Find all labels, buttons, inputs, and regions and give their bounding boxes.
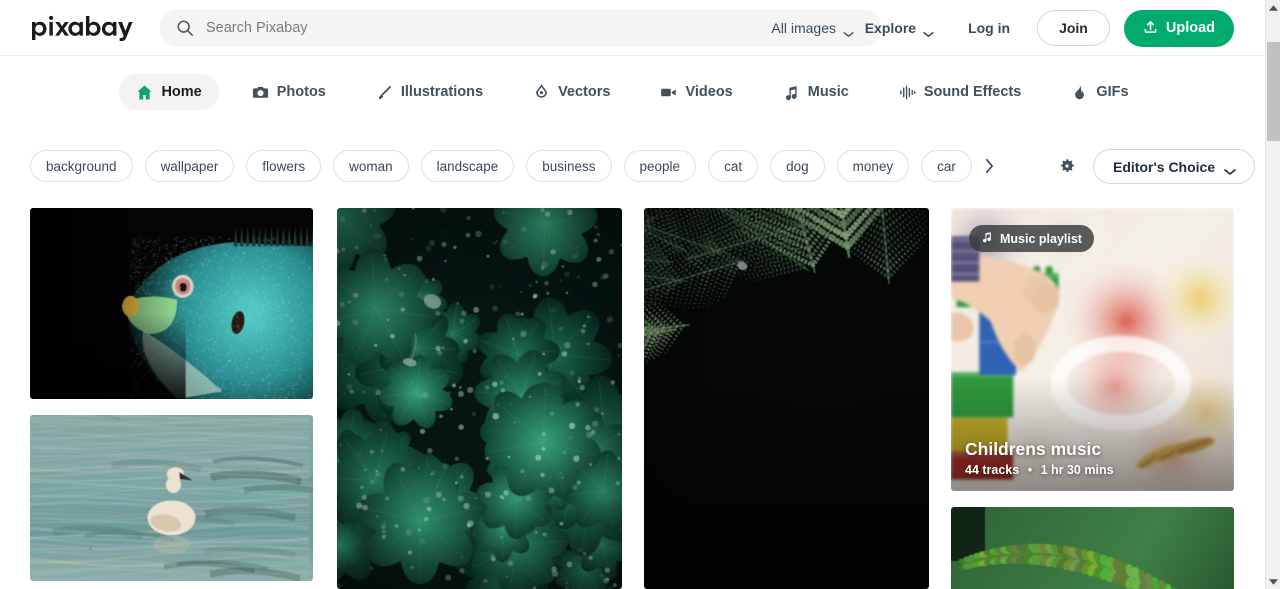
chevron-right-icon[interactable]: [978, 155, 1000, 177]
chevron-down-icon: [1224, 163, 1236, 175]
page-viewport: All images Explore Log in Join: [0, 0, 1265, 589]
nav-tab-home-label: Home: [161, 84, 202, 100]
scroll-down-arrow-icon[interactable]: [1266, 574, 1280, 589]
category-nav: Home Photos Illustrations Vectors Videos…: [0, 57, 1265, 127]
chip-people[interactable]: people: [623, 150, 697, 182]
popular-search-chips: background wallpaper flowers woman lands…: [30, 149, 985, 183]
chip-car[interactable]: car: [921, 150, 972, 182]
nav-tab-illustrations-label: Illustrations: [400, 84, 484, 100]
nav-tab-videos[interactable]: Videos: [643, 74, 749, 110]
playlist-meta: Childrens music 44 tracks • 1 hr 30 mins: [965, 438, 1220, 477]
chip-business[interactable]: business: [526, 150, 612, 182]
nav-tab-illustrations[interactable]: Illustrations: [359, 74, 500, 110]
gallery-item-dark-leaves-photo[interactable]: [337, 208, 622, 589]
editors-choice-dropdown[interactable]: Editor's Choice: [1093, 149, 1256, 184]
gallery-item-cat-with-plant-photo[interactable]: [951, 507, 1234, 589]
image-type-filter-label: All images: [771, 20, 836, 36]
nav-tab-gifs-label: GIFs: [1096, 84, 1129, 100]
upload-label: Upload: [1165, 20, 1215, 36]
login-link[interactable]: Log in: [968, 20, 1010, 36]
nav-tab-photos-label: Photos: [276, 84, 326, 100]
header-actions: Explore Log in Join Upload: [865, 0, 1234, 56]
chip-wallpaper[interactable]: wallpaper: [144, 150, 235, 182]
chip-background[interactable]: background: [30, 150, 133, 182]
image-gallery: Music playlist Childrens music 44 tracks…: [0, 208, 1265, 589]
scrollbar-thumb[interactable]: [1267, 42, 1280, 141]
chip-woman[interactable]: woman: [333, 150, 409, 182]
pixabay-home-page: All images Explore Log in Join: [0, 0, 1280, 589]
pixabay-logo[interactable]: [30, 15, 142, 41]
scroll-up-arrow-icon[interactable]: [1266, 0, 1280, 15]
nav-tab-vectors[interactable]: Vectors: [516, 74, 627, 110]
gallery-item-swan-photo[interactable]: [30, 415, 313, 581]
editors-choice-label: Editor's Choice: [1113, 158, 1216, 175]
playlist-title: Childrens music: [965, 439, 1102, 459]
chip-money[interactable]: money: [836, 150, 910, 182]
page-scrollbar[interactable]: [1265, 0, 1280, 589]
camera-icon: [252, 84, 269, 101]
nav-tab-vectors-label: Vectors: [558, 84, 611, 100]
playlist-separator: •: [1027, 463, 1033, 477]
nav-tab-sound-effects-label: Sound Effects: [923, 84, 1022, 100]
gallery-item-iguana-photo[interactable]: [30, 208, 313, 399]
brush-icon: [376, 84, 393, 101]
music-note-icon: [981, 231, 993, 246]
upload-button[interactable]: Upload: [1123, 9, 1234, 47]
site-header: All images Explore Log in Join: [0, 0, 1265, 56]
gallery-column-1: [30, 208, 313, 581]
home-icon: [136, 84, 153, 101]
gallery-column-2: [337, 208, 622, 589]
chip-dog[interactable]: dog: [770, 150, 825, 182]
pen-nib-icon: [533, 83, 550, 101]
chip-cat[interactable]: cat: [708, 150, 759, 182]
search-bar[interactable]: All images: [160, 9, 882, 47]
upload-icon: [1143, 19, 1158, 38]
nav-tab-gifs[interactable]: GIFs: [1054, 74, 1145, 110]
nav-tab-music[interactable]: Music: [766, 74, 866, 110]
music-playlist-badge: Music playlist: [969, 225, 1094, 252]
image-type-filter-dropdown[interactable]: All images: [771, 20, 854, 37]
playlist-duration: 1 hr 30 mins: [1040, 463, 1114, 477]
chip-landscape[interactable]: landscape: [420, 150, 515, 182]
waveform-icon: [899, 84, 916, 101]
nav-tab-photos[interactable]: Photos: [235, 74, 343, 110]
playlist-subtitle: 44 tracks • 1 hr 30 mins: [965, 463, 1220, 477]
search-icon: [176, 19, 194, 37]
video-camera-icon: [660, 84, 677, 101]
nav-tab-home[interactable]: Home: [119, 74, 219, 110]
explore-menu[interactable]: Explore: [864, 20, 934, 37]
nav-tab-videos-label: Videos: [685, 84, 733, 100]
gallery-item-fern-photo[interactable]: [644, 208, 929, 589]
search-input[interactable]: [206, 20, 772, 36]
music-playlist-badge-label: Music playlist: [1000, 231, 1082, 246]
gallery-column-4: Music playlist Childrens music 44 tracks…: [951, 208, 1234, 589]
join-button[interactable]: Join: [1037, 10, 1110, 46]
flame-icon: [1071, 84, 1088, 101]
chevron-down-icon: [923, 25, 934, 37]
gallery-item-childrens-music-playlist[interactable]: Music playlist Childrens music 44 tracks…: [951, 208, 1234, 491]
nav-tab-sound-effects[interactable]: Sound Effects: [882, 74, 1038, 110]
gear-icon[interactable]: [1057, 156, 1077, 176]
music-note-icon: [783, 84, 800, 101]
chevron-down-icon: [843, 25, 854, 37]
explore-label: Explore: [864, 20, 917, 36]
gallery-column-3: [644, 208, 929, 589]
playlist-track-count: 44 tracks: [965, 463, 1020, 477]
nav-tab-music-label: Music: [807, 84, 849, 100]
chip-flowers[interactable]: flowers: [246, 150, 322, 182]
